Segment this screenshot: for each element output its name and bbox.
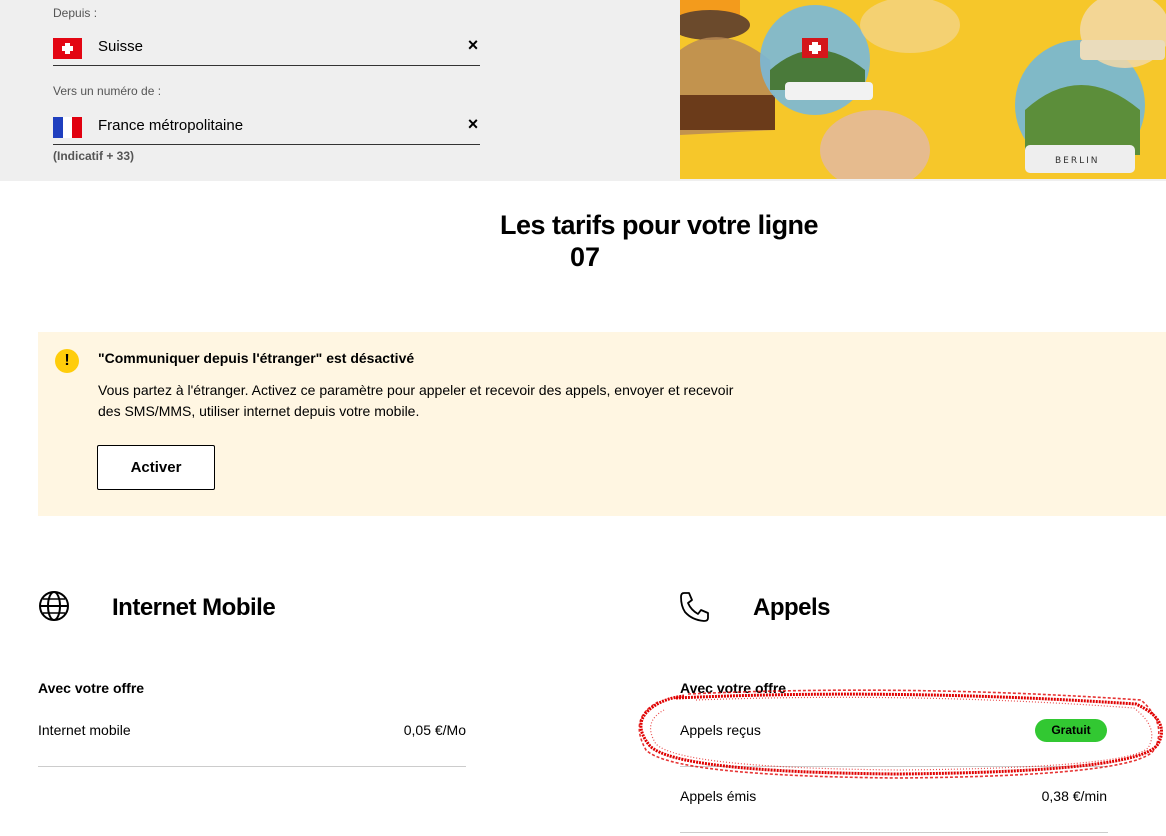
internet-row-divider	[38, 766, 466, 767]
calls-received-label: Appels reçus	[680, 722, 761, 738]
clear-destination-button[interactable]: ×	[466, 115, 480, 133]
snow-globes-illustration: BERLIN	[680, 0, 1166, 179]
phone-icon	[680, 592, 709, 622]
roaming-disabled-alert: ! "Communiquer depuis l'étranger" est dé…	[38, 332, 1166, 516]
destination-value: France métropolitaine	[98, 117, 244, 134]
warning-icon: !	[55, 349, 79, 373]
calls-section-title: Appels	[753, 594, 831, 621]
clear-origin-button[interactable]: ×	[466, 36, 480, 54]
internet-subheading: Avec votre offre	[38, 680, 145, 696]
hero-image: BERLIN	[680, 0, 1166, 179]
swiss-flag-icon	[53, 38, 82, 59]
calls-emitted-value: 0,38 €/min	[1041, 788, 1107, 804]
globe-icon	[39, 591, 69, 621]
origin-value: Suisse	[98, 38, 144, 55]
destination-label: Vers un numéro de :	[53, 84, 162, 98]
page-title-line-number: 07	[570, 242, 601, 272]
hero-sign-text: BERLIN	[1055, 156, 1100, 166]
destination-field[interactable]: France métropolitaine ×	[53, 109, 480, 145]
origin-label: Depuis :	[53, 6, 98, 20]
alert-body: Vous partez à l'étranger. Activez ce par…	[98, 382, 734, 419]
french-flag-icon	[53, 117, 83, 138]
origin-field[interactable]: Suisse ×	[53, 30, 480, 66]
internet-row-value: 0,05 €/Mo	[403, 722, 466, 738]
activate-button[interactable]: Activer	[97, 445, 215, 490]
page-title: Les tarifs pour votre ligne	[500, 210, 819, 240]
free-badge: Gratuit	[1035, 719, 1107, 742]
calls-subheading: Avec votre offre	[680, 680, 787, 696]
calls-emitted-label: Appels émis	[680, 788, 757, 804]
internet-section-title: Internet Mobile	[112, 594, 276, 621]
calls-row-divider	[680, 766, 1108, 767]
calls-row-divider	[680, 832, 1108, 833]
alert-title: "Communiquer depuis l'étranger" est désa…	[98, 350, 415, 366]
internet-row-label: Internet mobile	[38, 722, 131, 738]
dial-code-hint: (Indicatif + 33)	[53, 149, 135, 163]
